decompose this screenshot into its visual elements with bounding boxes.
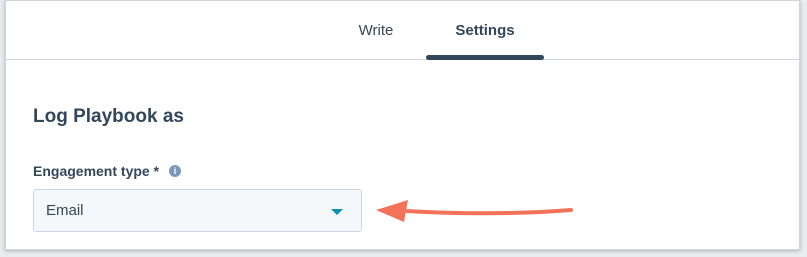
info-icon[interactable]: i bbox=[169, 165, 182, 177]
engagement-type-label-row: Engagement type * i bbox=[33, 163, 182, 179]
section-title: Log Playbook as bbox=[33, 106, 184, 127]
tab-settings[interactable]: Settings bbox=[426, 1, 544, 59]
engagement-type-value: Email bbox=[46, 202, 84, 219]
active-tab-indicator bbox=[426, 55, 544, 60]
tab-bar: Write Settings bbox=[6, 1, 799, 60]
pointer-arrow-icon bbox=[376, 200, 573, 222]
engagement-type-label: Engagement type * bbox=[33, 163, 160, 179]
caret-down-icon bbox=[331, 209, 343, 215]
tab-write[interactable]: Write bbox=[336, 1, 416, 59]
settings-panel: Write Settings Log Playbook as Engagemen… bbox=[5, 0, 800, 250]
engagement-type-select[interactable]: Email bbox=[33, 189, 362, 232]
